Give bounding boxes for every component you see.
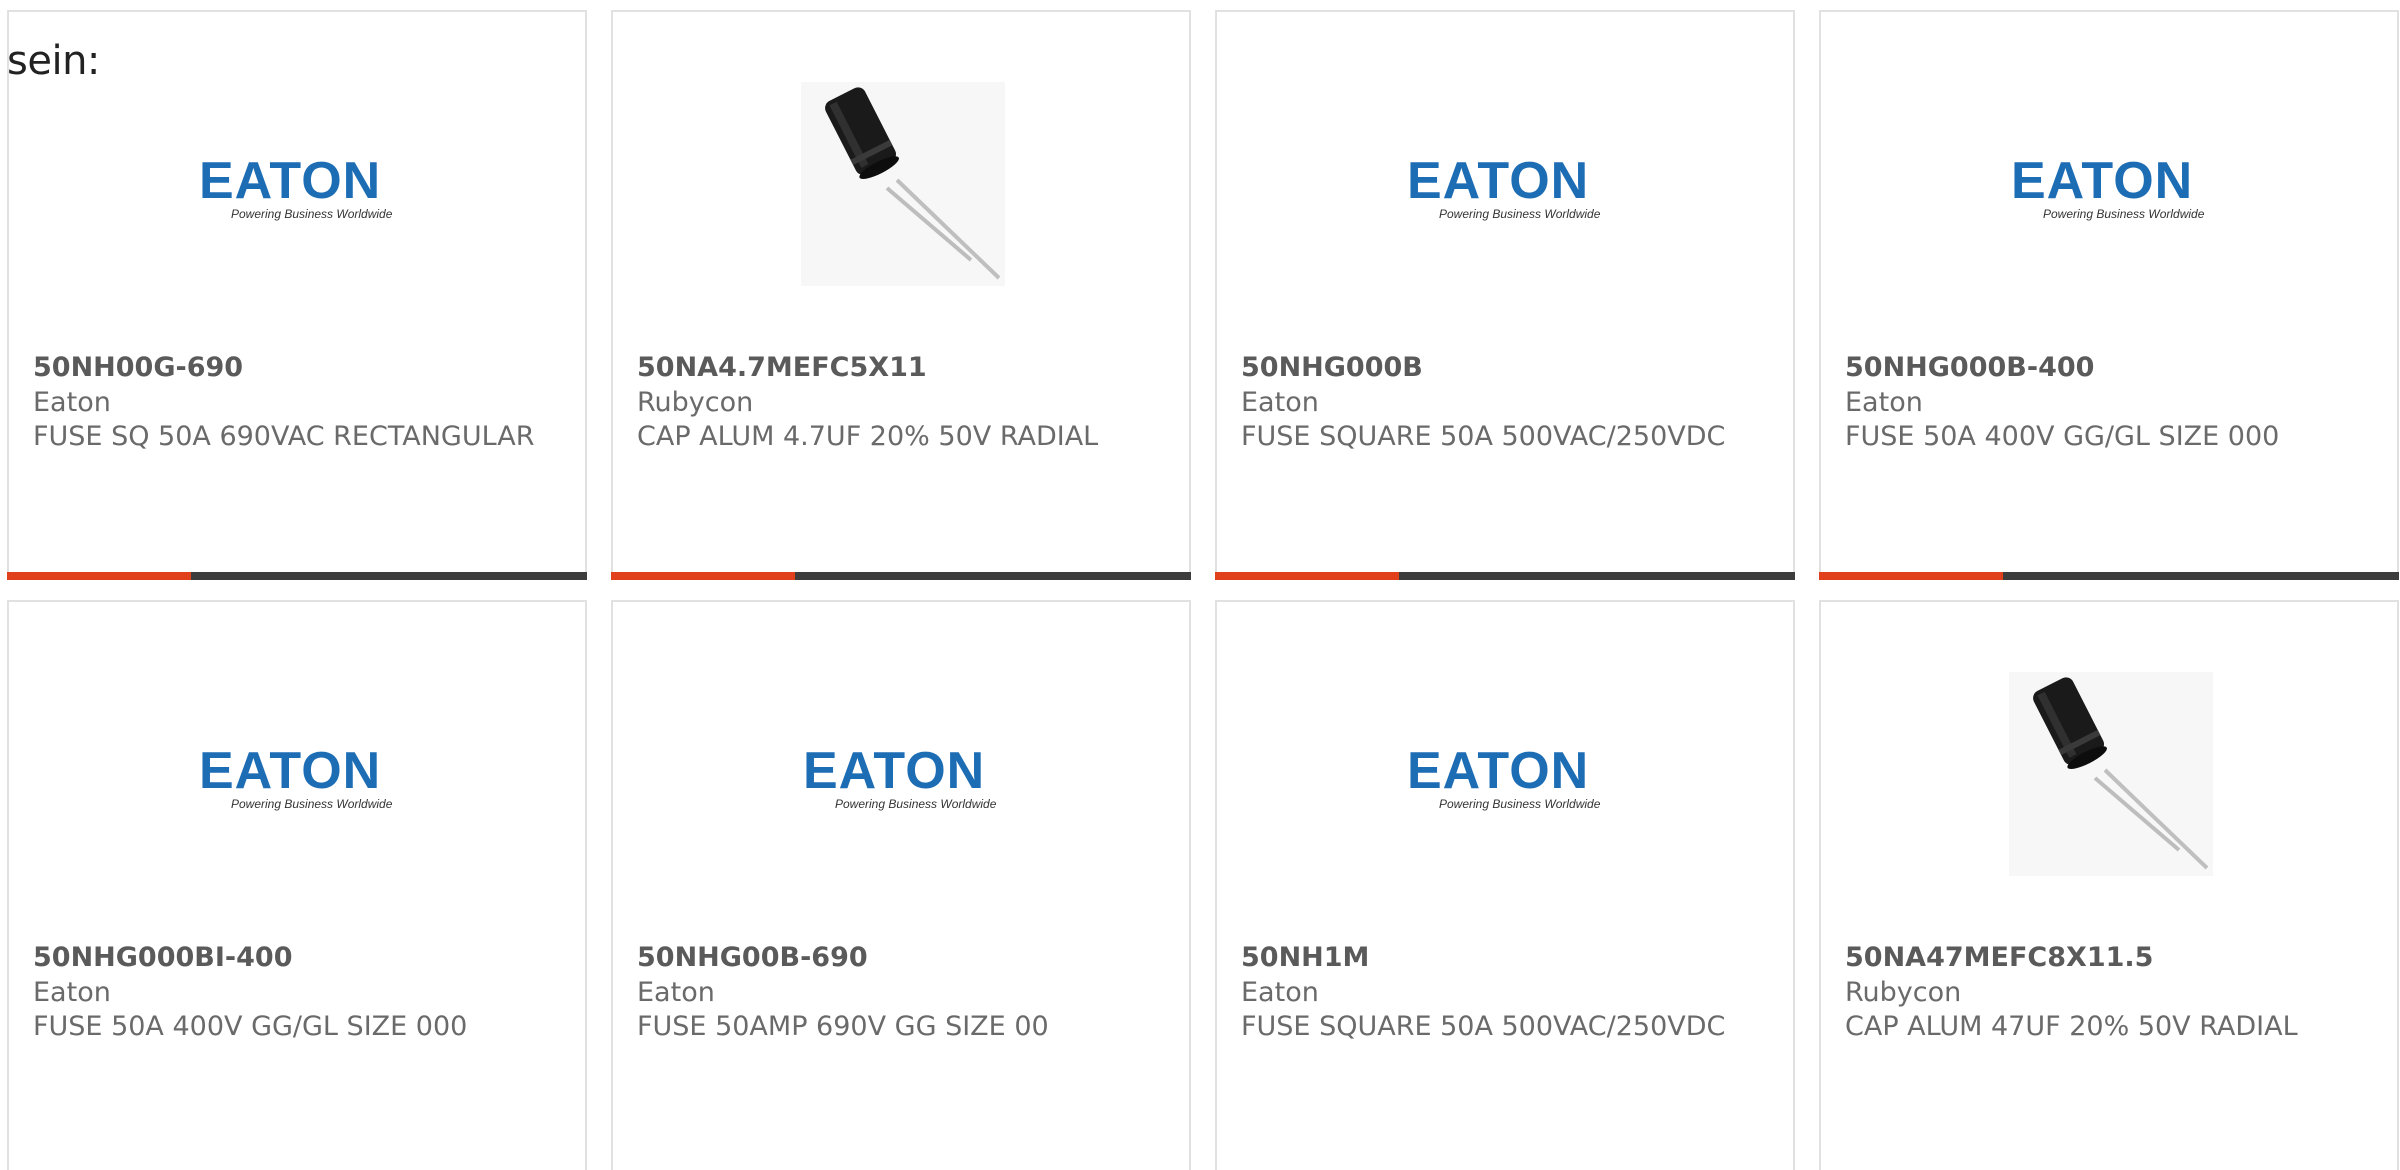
svg-text:EATON: EATON [803, 742, 985, 800]
svg-text:EATON: EATON [1407, 742, 1589, 800]
manufacturer: Rubycon [1845, 977, 1962, 1008]
card-progress-accent [7, 572, 191, 580]
part-number[interactable]: 50NA4.7MEFC5X11 [637, 352, 927, 383]
part-number[interactable]: 50NHG000B [1241, 352, 1423, 383]
eaton-logo-icon: EATON Powering Business Worldwide [803, 742, 997, 811]
manufacturer: Eaton [33, 977, 111, 1008]
svg-text:Powering Business Worldwide: Powering Business Worldwide [231, 207, 393, 221]
description: FUSE SQUARE 50A 500VAC/250VDC [1241, 1011, 1726, 1042]
capacitor-icon [2009, 672, 2213, 876]
manufacturer: Eaton [637, 977, 715, 1008]
description: CAP ALUM 4.7UF 20% 50V RADIAL [637, 421, 1099, 452]
product-card[interactable]: EATON Powering Business Worldwide 50NHG0… [7, 600, 587, 1170]
lead-text: sein: [7, 38, 100, 84]
description: FUSE 50A 400V GG/GL SIZE 000 [1845, 421, 2280, 452]
card-progress-accent [1215, 572, 1399, 580]
product-image[interactable] [2009, 672, 2213, 876]
manufacturer: Eaton [33, 387, 111, 418]
part-number[interactable]: 50NH1M [1241, 942, 1369, 973]
eaton-logo-icon: EATON Powering Business Worldwide [2011, 152, 2205, 221]
product-image[interactable]: EATON Powering Business Worldwide [1405, 82, 1609, 286]
description: FUSE 50A 400V GG/GL SIZE 000 [33, 1011, 468, 1042]
capacitor-icon [801, 82, 1005, 286]
manufacturer: Eaton [1845, 387, 1923, 418]
eaton-logo-icon: EATON Powering Business Worldwide [199, 152, 393, 221]
svg-text:Powering Business Worldwide: Powering Business Worldwide [231, 797, 393, 811]
description: FUSE 50AMP 690V GG SIZE 00 [637, 1011, 1049, 1042]
card-progress-bar [1215, 572, 1795, 580]
product-image[interactable]: EATON Powering Business Worldwide [197, 672, 401, 876]
description: FUSE SQUARE 50A 500VAC/250VDC [1241, 421, 1726, 452]
part-number[interactable]: 50NA47MEFC8X11.5 [1845, 942, 2153, 973]
product-card[interactable]: EATON Powering Business Worldwide 50NH1M… [1215, 600, 1795, 1170]
product-image[interactable]: EATON Powering Business Worldwide [197, 82, 401, 286]
product-image[interactable]: EATON Powering Business Worldwide [2009, 82, 2213, 286]
product-card[interactable]: EATON Powering Business Worldwide 50NHG0… [1819, 10, 2399, 580]
svg-text:EATON: EATON [199, 742, 381, 800]
card-progress-accent [1819, 572, 2003, 580]
product-image[interactable] [801, 82, 1005, 286]
manufacturer: Rubycon [637, 387, 754, 418]
svg-text:Powering Business Worldwide: Powering Business Worldwide [1439, 797, 1601, 811]
product-card[interactable]: EATON Powering Business Worldwide 50NH00… [7, 10, 587, 580]
part-number[interactable]: 50NHG000B-400 [1845, 352, 2094, 383]
product-card[interactable]: EATON Powering Business Worldwide 50NHG0… [1215, 10, 1795, 580]
product-card[interactable]: EATON Powering Business Worldwide 50NHG0… [611, 600, 1191, 1170]
eaton-logo-icon: EATON Powering Business Worldwide [199, 742, 393, 811]
card-progress-bar [1819, 572, 2399, 580]
manufacturer: Eaton [1241, 977, 1319, 1008]
svg-text:Powering Business Worldwide: Powering Business Worldwide [2043, 207, 2205, 221]
card-progress-accent [611, 572, 795, 580]
manufacturer: Eaton [1241, 387, 1319, 418]
svg-text:Powering Business Worldwide: Powering Business Worldwide [835, 797, 997, 811]
product-card[interactable]: 50NA47MEFC8X11.5 Rubycon CAP ALUM 47UF 2… [1819, 600, 2399, 1170]
part-number[interactable]: 50NHG00B-690 [637, 942, 868, 973]
svg-text:EATON: EATON [1407, 152, 1589, 210]
svg-text:EATON: EATON [199, 152, 381, 210]
description: FUSE SQ 50A 690VAC RECTANGULAR [33, 421, 535, 452]
svg-text:Powering Business Worldwide: Powering Business Worldwide [1439, 207, 1601, 221]
product-card[interactable]: 50NA4.7MEFC5X11 Rubycon CAP ALUM 4.7UF 2… [611, 10, 1191, 580]
card-progress-bar [7, 572, 587, 580]
svg-text:EATON: EATON [2011, 152, 2193, 210]
part-number[interactable]: 50NHG000BI-400 [33, 942, 292, 973]
product-image[interactable]: EATON Powering Business Worldwide [1405, 672, 1609, 876]
card-progress-bar [611, 572, 1191, 580]
eaton-logo-icon: EATON Powering Business Worldwide [1407, 742, 1601, 811]
eaton-logo-icon: EATON Powering Business Worldwide [1407, 152, 1601, 221]
description: CAP ALUM 47UF 20% 50V RADIAL [1845, 1011, 2298, 1042]
product-image[interactable]: EATON Powering Business Worldwide [801, 672, 1005, 876]
part-number[interactable]: 50NH00G-690 [33, 352, 243, 383]
